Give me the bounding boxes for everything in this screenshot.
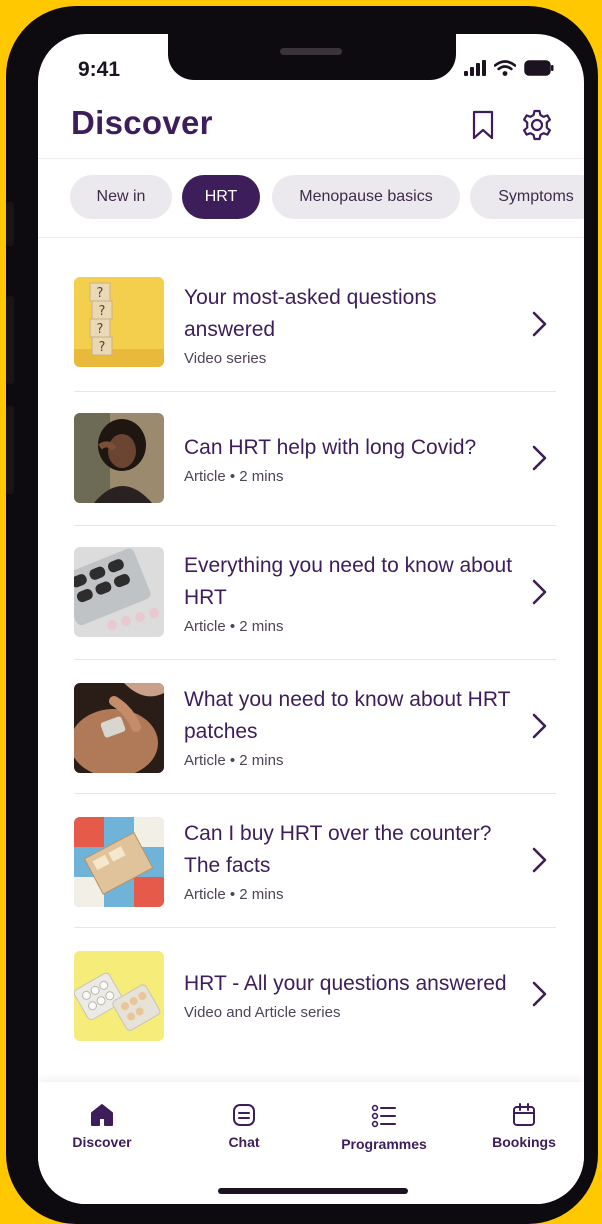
tab-bookings[interactable]: Bookings — [484, 1102, 564, 1162]
chip-label: HRT — [204, 188, 238, 205]
item-text: HRT - All your questions answered Video … — [184, 927, 514, 1061]
battery-icon — [524, 60, 554, 76]
thumbnail-medicine-boxes — [74, 817, 164, 907]
thumbnail-hrt-patch — [74, 683, 164, 773]
app-screen: 9:41 Discover New in HRT Menopause basic… — [38, 34, 584, 1204]
svg-text:?: ? — [97, 286, 104, 301]
status-time: 9:41 — [78, 58, 121, 81]
thumbnail-woman-headache — [74, 413, 164, 503]
item-meta: Video and Article series — [184, 1003, 341, 1021]
bookmark-icon — [472, 110, 494, 140]
filter-chip-menopause-basics[interactable]: Menopause basics — [272, 175, 460, 219]
wifi-icon — [494, 60, 516, 76]
svg-text:?: ? — [97, 322, 104, 337]
bottom-tab-bar: Discover Chat Programmes Bookings — [38, 1082, 584, 1204]
tab-label: Discover — [72, 1134, 132, 1150]
filter-chip-symptoms[interactable]: Symptoms — [470, 175, 584, 219]
mute-switch — [6, 202, 14, 246]
list-item[interactable]: Everything you need to know about HRT Ar… — [74, 525, 556, 660]
tab-label: Chat — [228, 1134, 260, 1150]
item-text: Your most-asked questions answered Video… — [184, 257, 514, 391]
chevron-right-icon — [532, 579, 547, 605]
item-title: Everything you need to know about HRT — [184, 553, 513, 609]
home-icon — [91, 1104, 113, 1126]
item-meta: Article • 2 mins — [184, 885, 284, 903]
chevron-right-icon — [532, 981, 547, 1007]
tab-chat[interactable]: Chat — [204, 1102, 284, 1162]
home-indicator[interactable] — [218, 1188, 408, 1194]
list-item[interactable]: What you need to know about HRT patches … — [74, 659, 556, 794]
list-item[interactable]: Can HRT help with long Covid? Article • … — [74, 391, 556, 526]
chevron-right-icon — [532, 311, 547, 337]
bookmark-button[interactable] — [466, 108, 500, 142]
item-meta: Article • 2 mins — [184, 751, 284, 769]
thumbnail-pill-blisters — [74, 951, 164, 1041]
speaker — [280, 48, 342, 55]
item-text: What you need to know about HRT patches … — [184, 659, 514, 793]
thumbnail-question-blocks: ? ? ? ? — [74, 277, 164, 367]
svg-text:?: ? — [99, 340, 106, 355]
thumbnail-pill-packs — [74, 547, 164, 637]
filter-chip-hrt[interactable]: HRT — [182, 175, 260, 219]
item-title: Can I buy HRT over the counter? The fact… — [184, 821, 492, 877]
filter-chips-bar: New in HRT Menopause basics Symptoms — [38, 158, 584, 238]
item-title: Can HRT help with long Covid? — [184, 435, 477, 459]
item-meta: Video series — [184, 349, 267, 367]
filter-chip-new-in[interactable]: New in — [70, 175, 172, 219]
gear-icon — [523, 109, 551, 141]
tab-discover[interactable]: Discover — [62, 1102, 142, 1162]
chevron-right-icon — [532, 847, 547, 873]
list-item[interactable]: ? ? ? ? Your most-asked questions answer… — [74, 257, 556, 392]
volume-up-button — [6, 296, 14, 384]
list-icon — [371, 1104, 396, 1128]
item-title: HRT - All your questions answered — [184, 971, 507, 995]
tab-programmes[interactable]: Programmes — [324, 1102, 444, 1162]
chevron-right-icon — [532, 445, 547, 471]
calendar-icon — [513, 1103, 535, 1126]
settings-button[interactable] — [520, 108, 554, 142]
status-icons — [464, 60, 554, 76]
svg-text:?: ? — [99, 304, 106, 319]
notch — [168, 34, 456, 80]
volume-down-button — [6, 406, 14, 494]
phone-frame: 9:41 Discover New in HRT Menopause basic… — [6, 6, 598, 1224]
tab-label: Bookings — [492, 1134, 556, 1150]
list-item[interactable]: Can I buy HRT over the counter? The fact… — [74, 793, 556, 928]
item-title: What you need to know about HRT patches — [184, 687, 511, 743]
list-item[interactable]: HRT - All your questions answered Video … — [74, 927, 556, 1061]
item-meta: Article • 2 mins — [184, 467, 284, 485]
item-text: Everything you need to know about HRT Ar… — [184, 525, 514, 659]
item-text: Can I buy HRT over the counter? The fact… — [184, 793, 514, 927]
item-meta: Article • 2 mins — [184, 617, 284, 635]
page-title: Discover — [71, 104, 213, 141]
chevron-right-icon — [532, 713, 547, 739]
chip-label: Menopause basics — [299, 188, 433, 205]
signal-icon — [464, 60, 486, 76]
tab-label: Programmes — [341, 1136, 427, 1152]
chip-label: Symptoms — [498, 188, 574, 205]
chat-icon — [233, 1104, 255, 1126]
item-text: Can HRT help with long Covid? Article • … — [184, 391, 514, 525]
item-title: Your most-asked questions answered — [184, 285, 437, 341]
chip-label: New in — [96, 188, 146, 205]
